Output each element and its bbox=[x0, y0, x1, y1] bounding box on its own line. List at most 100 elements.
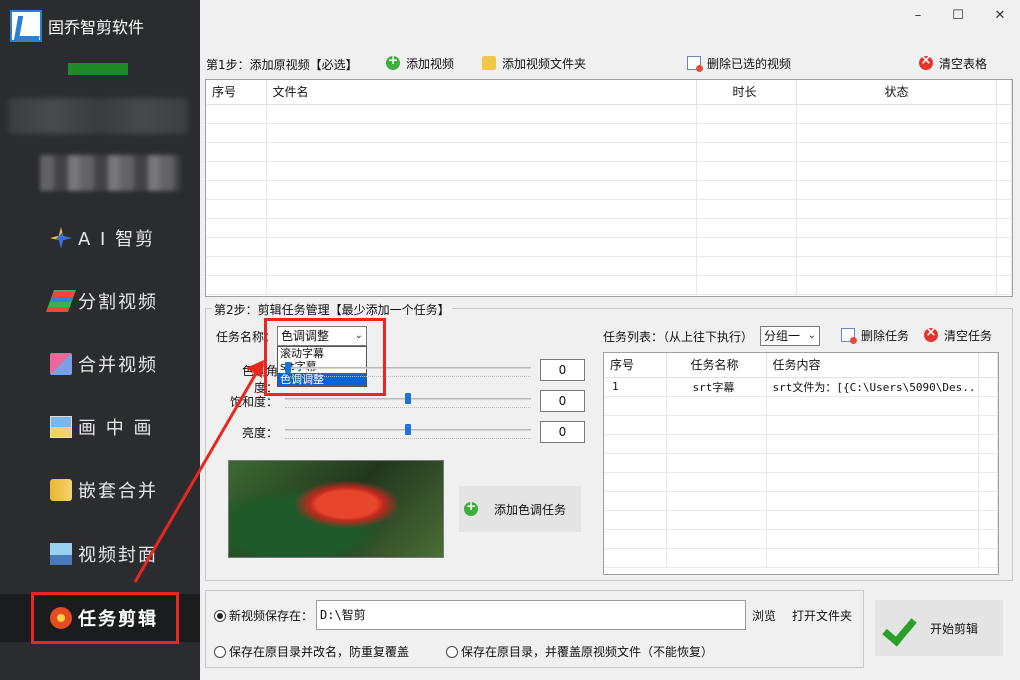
save-overwrite-label: 保存在原目录，并覆盖原视频文件（不能恢复） bbox=[461, 645, 714, 659]
browse-button[interactable]: 浏览 bbox=[746, 604, 783, 626]
annotation-highlight-task-item bbox=[31, 592, 179, 644]
table-row bbox=[206, 161, 1012, 181]
split-icon bbox=[45, 290, 77, 312]
radio-unselected-icon bbox=[446, 645, 458, 658]
maximize-button[interactable]: ☐ bbox=[943, 6, 973, 26]
add-color-task-button[interactable]: 添加色调任务 bbox=[459, 486, 581, 532]
pip-icon bbox=[50, 416, 72, 438]
table-row bbox=[206, 142, 1012, 162]
radio-unselected-icon bbox=[214, 645, 226, 658]
cover-icon bbox=[50, 543, 72, 565]
group-select-value: 分组一 bbox=[764, 329, 801, 343]
save-new-radio[interactable]: 新视频保存在： bbox=[214, 607, 313, 624]
add-color-task-label: 添加色调任务 bbox=[494, 502, 567, 517]
annotation-highlight-dropdown bbox=[264, 318, 386, 396]
saturation-input[interactable]: 0 bbox=[540, 390, 585, 412]
task-index-cell: 1 bbox=[604, 377, 667, 397]
status-bar bbox=[68, 63, 128, 75]
sidebar-item-label: 视频封面 bbox=[78, 545, 158, 566]
table-row bbox=[604, 472, 998, 492]
sidebar-item-merge[interactable]: 合并视频 bbox=[0, 344, 200, 384]
sidebar-item-ai[interactable]: A I 智剪 bbox=[0, 218, 200, 258]
brightness-slider-thumb[interactable] bbox=[405, 424, 411, 435]
save-new-label: 新视频保存在： bbox=[229, 609, 314, 623]
task-name-cell: srt字幕 bbox=[666, 377, 767, 397]
blurred-account-info bbox=[8, 98, 188, 134]
ai-icon bbox=[50, 227, 72, 249]
column-header-duration[interactable]: 时长 bbox=[696, 80, 797, 105]
sidebar-item-label: A I 智剪 bbox=[78, 229, 156, 250]
column-header-index[interactable]: 序号 bbox=[206, 80, 267, 105]
delete-task-icon bbox=[841, 328, 857, 344]
table-row bbox=[206, 275, 1012, 295]
sidebar-item-cover[interactable]: 视频封面 bbox=[0, 534, 200, 574]
add-icon bbox=[464, 499, 478, 516]
sidebar-item-label: 合并视频 bbox=[78, 355, 158, 376]
saturation-slider-thumb[interactable] bbox=[405, 393, 411, 404]
sidebar: 固乔智剪软件 A I 智剪 分割视频 合并视频 画 中 画 嵌套合并 视频封面 … bbox=[0, 0, 200, 680]
table-row bbox=[206, 180, 1012, 200]
brightness-label: 亮度： bbox=[241, 426, 278, 440]
table-row bbox=[206, 123, 1012, 143]
table-row[interactable]: 1 srt字幕 srt文件为：[{C:\Users\5090\Des... bbox=[604, 377, 998, 397]
saturation-slider[interactable] bbox=[285, 393, 531, 408]
merge-icon bbox=[50, 353, 72, 375]
folder-icon bbox=[482, 56, 496, 70]
sidebar-item-nest[interactable]: 嵌套合并 bbox=[0, 470, 200, 510]
sidebar-item-label: 分割视频 bbox=[78, 292, 158, 313]
checkmark-icon bbox=[882, 611, 916, 645]
video-table[interactable]: 序号 文件名 时长 状态 bbox=[205, 79, 1013, 297]
add-video-button[interactable]: 添加视频 bbox=[380, 52, 461, 74]
brightness-input[interactable]: 0 bbox=[540, 421, 585, 443]
add-video-label: 添加视频 bbox=[406, 56, 455, 71]
task-column-filler bbox=[978, 353, 998, 378]
column-header-filler bbox=[996, 80, 1012, 105]
delete-selected-label: 删除已选的视频 bbox=[707, 56, 792, 71]
start-edit-label: 开始剪辑 bbox=[930, 621, 979, 636]
brightness-slider[interactable] bbox=[285, 424, 531, 439]
save-overwrite-radio[interactable]: 保存在原目录，并覆盖原视频文件（不能恢复） bbox=[446, 643, 713, 660]
table-row bbox=[604, 529, 998, 549]
table-row bbox=[604, 510, 998, 530]
sidebar-item-label: 嵌套合并 bbox=[78, 481, 158, 502]
table-row bbox=[206, 199, 1012, 219]
save-path-input[interactable]: D:\智剪 bbox=[316, 600, 746, 630]
sidebar-item-split[interactable]: 分割视频 bbox=[0, 281, 200, 321]
app-logo-icon bbox=[10, 10, 42, 42]
delete-task-button[interactable]: 删除任务 bbox=[835, 324, 916, 346]
step1-label: 第1步：添加原视频【必选】 bbox=[206, 58, 358, 72]
task-content-cell: srt文件为：[{C:\Users\5090\Des... bbox=[766, 377, 979, 397]
table-row bbox=[604, 453, 998, 473]
save-rename-radio[interactable]: 保存在原目录并改名，防重复覆盖 bbox=[214, 643, 409, 660]
add-folder-button[interactable]: 添加视频文件夹 bbox=[476, 52, 593, 74]
task-column-index[interactable]: 序号 bbox=[604, 353, 667, 378]
clear-tasks-button[interactable]: 清空任务 bbox=[918, 324, 999, 346]
clear-tasks-label: 清空任务 bbox=[944, 328, 993, 343]
task-column-name[interactable]: 任务名称 bbox=[666, 353, 767, 378]
add-folder-label: 添加视频文件夹 bbox=[502, 56, 587, 71]
delete-selected-button[interactable]: 删除已选的视频 bbox=[681, 52, 798, 74]
close-button[interactable]: ✕ bbox=[985, 6, 1015, 26]
radio-selected-icon bbox=[214, 609, 226, 622]
task-column-content[interactable]: 任务内容 bbox=[766, 353, 979, 378]
task-list-label: 任务列表：（从上往下执行） bbox=[603, 330, 754, 344]
nest-icon bbox=[50, 479, 72, 501]
sidebar-item-pip[interactable]: 画 中 画 bbox=[0, 407, 200, 447]
table-row bbox=[604, 415, 998, 435]
clear-table-button[interactable]: 清空表格 bbox=[913, 52, 994, 74]
open-folder-button[interactable]: 打开文件夹 bbox=[786, 604, 859, 626]
start-edit-button[interactable]: 开始剪辑 bbox=[875, 600, 1003, 656]
hue-input[interactable]: 0 bbox=[540, 359, 585, 381]
delete-video-icon bbox=[687, 56, 703, 72]
group-select[interactable]: 分组一 ⌄ bbox=[760, 326, 820, 346]
sidebar-item-label: 画 中 画 bbox=[78, 418, 154, 439]
task-list-table[interactable]: 序号 任务名称 任务内容 1 srt字幕 srt文件为：[{C:\Users\5… bbox=[603, 352, 999, 575]
table-row bbox=[604, 434, 998, 454]
clear-table-label: 清空表格 bbox=[939, 56, 988, 71]
preview-image bbox=[228, 460, 444, 558]
delete-task-label: 删除任务 bbox=[861, 328, 910, 343]
column-header-status[interactable]: 状态 bbox=[796, 80, 997, 105]
minimize-button[interactable]: – bbox=[903, 6, 933, 26]
column-header-filename[interactable]: 文件名 bbox=[266, 80, 697, 105]
table-row bbox=[206, 218, 1012, 238]
